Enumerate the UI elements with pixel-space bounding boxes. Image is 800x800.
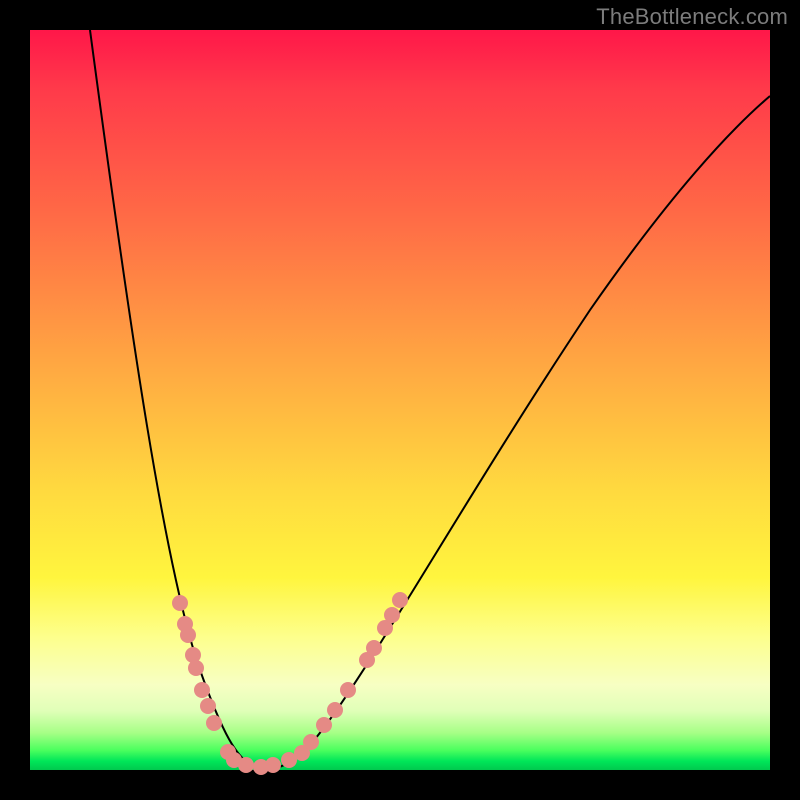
data-point	[188, 660, 204, 676]
data-point	[392, 592, 408, 608]
watermark-text: TheBottleneck.com	[596, 4, 788, 30]
data-point	[316, 717, 332, 733]
data-point	[180, 627, 196, 643]
data-point	[327, 702, 343, 718]
data-point	[200, 698, 216, 714]
data-point	[238, 757, 254, 773]
data-point	[172, 595, 188, 611]
chart-frame: TheBottleneck.com	[0, 0, 800, 800]
data-point	[303, 734, 319, 750]
data-point	[206, 715, 222, 731]
plot-area	[30, 30, 770, 770]
data-point	[194, 682, 210, 698]
curve-layer	[30, 30, 770, 770]
data-point	[366, 640, 382, 656]
data-point	[384, 607, 400, 623]
data-point	[340, 682, 356, 698]
data-point	[265, 757, 281, 773]
